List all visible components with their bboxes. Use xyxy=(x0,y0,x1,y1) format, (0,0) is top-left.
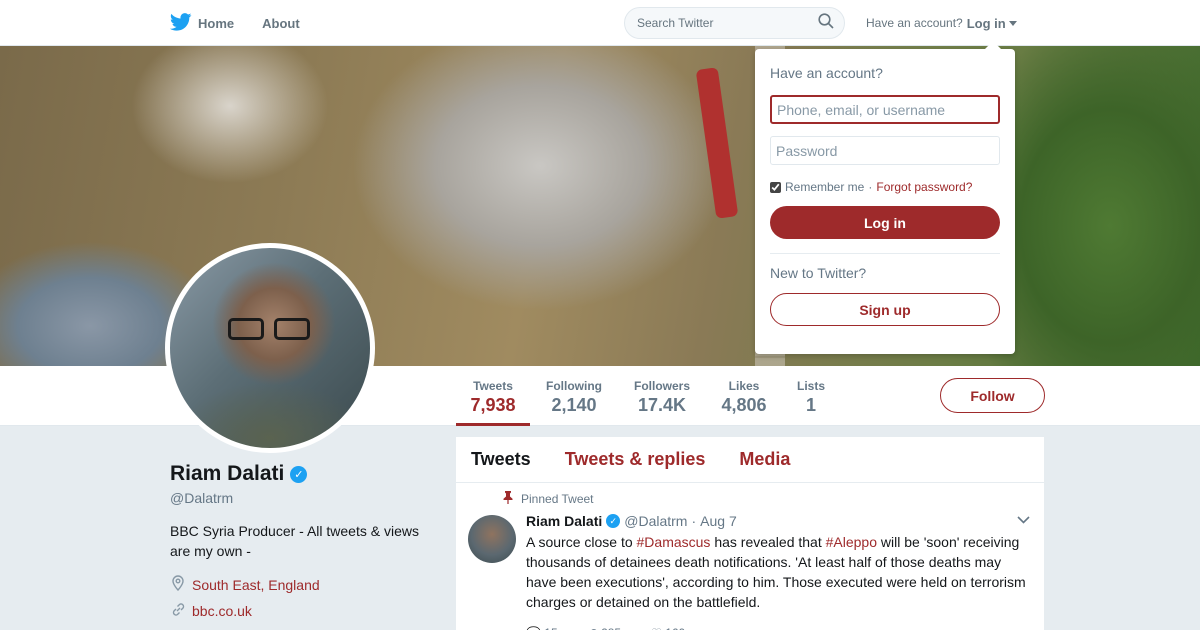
website-link[interactable]: bbc.co.uk xyxy=(192,603,252,619)
tweet-text-part: A source close to xyxy=(526,534,637,550)
dropdown-divider xyxy=(770,253,1000,254)
reply-count: 15 xyxy=(544,626,557,630)
tweet-text-part: has revealed that xyxy=(710,534,826,550)
top-navigation: Home About Search Twitter Have an accoun… xyxy=(0,0,1200,46)
stat-label: Tweets xyxy=(473,379,513,393)
login-dropdown: Have an account? Remember me · Forgot pa… xyxy=(755,41,1015,354)
hashtag-link[interactable]: #Damascus xyxy=(637,534,711,550)
twitter-bird-icon xyxy=(169,12,192,34)
search-icon[interactable] xyxy=(818,12,834,34)
reply-icon: 💬 xyxy=(526,626,541,630)
stat-tweets[interactable]: Tweets 7,938 xyxy=(456,366,530,426)
pin-icon xyxy=(503,491,513,507)
retweet-icon: ⟲ xyxy=(588,626,598,630)
have-account-text: Have an account? xyxy=(866,16,963,30)
tweet-text: A source close to #Damascus has revealed… xyxy=(526,532,1029,612)
tab-tweets-replies[interactable]: Tweets & replies xyxy=(565,449,706,470)
chevron-down-icon[interactable] xyxy=(1017,513,1030,527)
timeline: Tweets Tweets & replies Media Pinned Twe… xyxy=(456,437,1044,630)
profile-name-row: Riam Dalati ✓ xyxy=(170,462,440,486)
profile-bio: BBC Syria Producer - All tweets & views … xyxy=(170,523,419,559)
tweet-avatar[interactable] xyxy=(468,515,516,563)
link-icon xyxy=(170,602,186,620)
retweet-action[interactable]: ⟲ 285 xyxy=(588,626,621,630)
home-label: Home xyxy=(198,15,235,31)
stat-value: 7,938 xyxy=(470,395,516,415)
login-button[interactable]: Log in xyxy=(770,206,1000,239)
profile-website: bbc.co.uk xyxy=(170,602,440,620)
tweet-header: Riam Dalati ✓ @Dalatrm · Aug 7 xyxy=(526,513,1029,529)
stat-lists[interactable]: Lists 1 xyxy=(788,366,834,426)
avatar-glasses xyxy=(228,318,312,340)
stat-value: 17.4K xyxy=(637,395,687,415)
avatar-photo xyxy=(170,248,370,448)
pinned-label: Pinned Tweet xyxy=(521,492,594,506)
pinned-tweet[interactable]: Pinned Tweet Riam Dalati ✓ @Dalatrm · Au… xyxy=(456,483,1044,630)
nav-left: Home About xyxy=(169,0,300,46)
profile-name[interactable]: Riam Dalati xyxy=(170,462,284,486)
login-dropdown-toggle[interactable]: Log in xyxy=(967,16,1017,31)
tweet-author-name[interactable]: Riam Dalati xyxy=(526,513,602,529)
tweet-date[interactable]: Aug 7 xyxy=(700,513,737,529)
verified-badge-icon: ✓ xyxy=(290,465,308,483)
stat-value: 2,140 xyxy=(551,395,597,415)
profile-location: South East, England xyxy=(170,575,440,594)
search-box[interactable]: Search Twitter xyxy=(624,7,845,39)
signup-button[interactable]: Sign up xyxy=(770,293,1000,326)
reply-action[interactable]: 💬 15 xyxy=(526,626,558,630)
remember-checkbox[interactable] xyxy=(770,181,781,193)
dropdown-title: Have an account? xyxy=(770,65,883,81)
heart-icon: ♡ xyxy=(651,626,662,630)
profile-avatar[interactable] xyxy=(165,243,375,453)
location-text[interactable]: South East, England xyxy=(192,577,320,593)
timeline-tabs: Tweets Tweets & replies Media xyxy=(456,437,1044,483)
remember-row: Remember me · Forgot password? xyxy=(770,180,1000,194)
new-to-twitter-text: New to Twitter? xyxy=(770,265,867,281)
stat-likes[interactable]: Likes 4,806 xyxy=(714,366,774,426)
tab-media[interactable]: Media xyxy=(739,449,790,470)
username-field[interactable] xyxy=(770,95,1000,124)
tweet-actions: 💬 15 ⟲ 285 ♡ 160 xyxy=(526,626,1029,630)
tab-tweets[interactable]: Tweets xyxy=(471,449,531,470)
remember-separator: · xyxy=(868,180,873,194)
stat-label: Likes xyxy=(728,379,760,393)
like-count: 160 xyxy=(665,626,685,630)
stat-value: 4,806 xyxy=(721,395,767,415)
location-pin-icon xyxy=(170,575,186,594)
caret-down-icon xyxy=(1008,20,1017,26)
profile-card: Riam Dalati ✓ @Dalatrm BBC Syria Produce… xyxy=(170,462,440,620)
hashtag-link[interactable]: #Aleppo xyxy=(826,534,877,550)
tweet-author-handle[interactable]: @Dalatrm xyxy=(624,513,687,529)
like-action[interactable]: ♡ 160 xyxy=(651,626,685,630)
search-input[interactable]: Search Twitter xyxy=(637,16,818,30)
login-label: Log in xyxy=(966,15,1006,31)
forgot-password-link[interactable]: Forgot password? xyxy=(876,180,972,194)
banner-dog-collar xyxy=(695,67,739,219)
pinned-indicator: Pinned Tweet xyxy=(503,491,1029,507)
stat-label: Followers xyxy=(633,379,690,393)
retweet-count: 285 xyxy=(601,626,621,630)
verified-badge-icon: ✓ xyxy=(606,514,621,528)
profile-handle[interactable]: @Dalatrm xyxy=(170,490,440,506)
tweet-separator: · xyxy=(691,513,697,529)
stat-value: 1 xyxy=(805,395,816,415)
home-link[interactable]: Home xyxy=(169,12,235,34)
remember-label[interactable]: Remember me xyxy=(785,180,864,194)
stat-label: Following xyxy=(546,379,602,393)
about-link[interactable]: About xyxy=(262,16,300,31)
stat-followers[interactable]: Followers 17.4K xyxy=(628,366,696,426)
stat-label: Lists xyxy=(796,379,825,393)
password-field[interactable] xyxy=(770,136,1000,165)
follow-button[interactable]: Follow xyxy=(940,378,1045,413)
stat-following[interactable]: Following 2,140 xyxy=(540,366,608,426)
account-area: Have an account? Log in xyxy=(866,0,1017,46)
